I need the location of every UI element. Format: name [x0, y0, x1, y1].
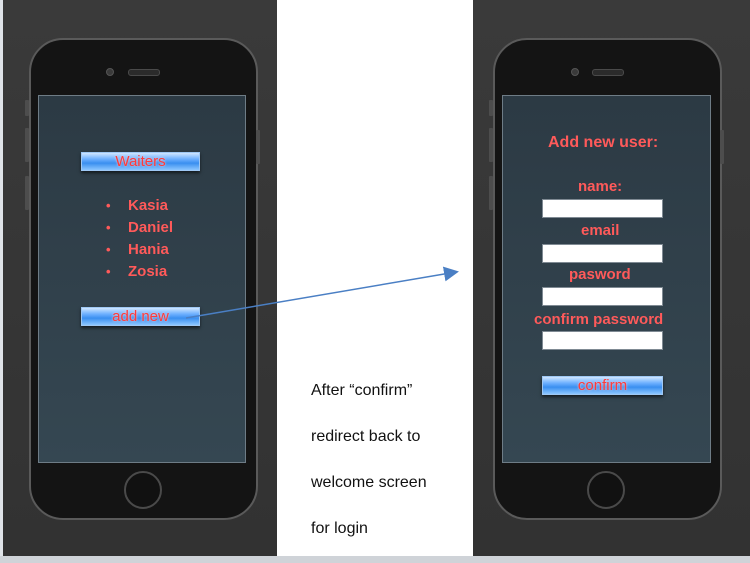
note-line: welcome screen: [311, 474, 427, 491]
redirect-note: After “confirm” redirect back to welcome…: [311, 356, 461, 563]
note-line: redirect back to: [311, 428, 421, 445]
note-line: for login: [311, 520, 368, 537]
arrow-line: [185, 266, 459, 319]
note-line: After “confirm”: [311, 382, 413, 399]
